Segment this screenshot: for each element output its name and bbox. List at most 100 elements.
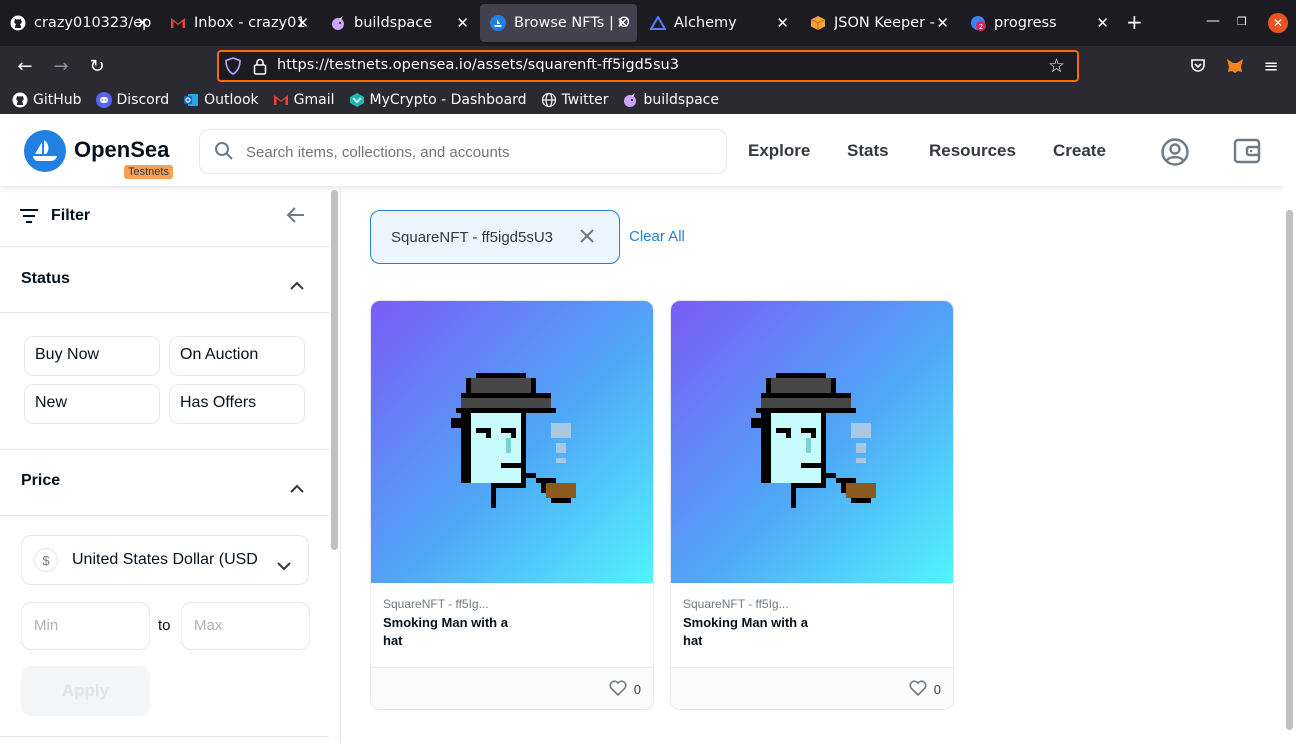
max-price-field[interactable]: Max xyxy=(181,602,310,650)
like-count: 0 xyxy=(933,682,941,697)
brand-name[interactable]: OpenSea xyxy=(74,137,169,163)
mycrypto-icon xyxy=(349,92,365,108)
close-icon[interactable] xyxy=(579,228,595,248)
bookmark-github[interactable]: GitHub xyxy=(12,92,82,108)
address-bar[interactable]: https://testnets.opensea.io/assets/squar… xyxy=(217,50,1079,82)
status-new[interactable]: New xyxy=(24,384,160,424)
apply-button[interactable]: Apply xyxy=(21,666,150,716)
nav-explore[interactable]: Explore xyxy=(748,141,810,161)
close-tab-icon[interactable]: ✕ xyxy=(456,14,469,32)
clear-all-link[interactable]: Clear All xyxy=(629,228,685,245)
lock-icon[interactable] xyxy=(253,57,267,79)
bookmark-twitter[interactable]: Twitter xyxy=(541,92,608,108)
site-header: OpenSea Testnets Explore Stats Resources… xyxy=(0,114,1284,186)
status-buy-now[interactable]: Buy Now xyxy=(24,336,160,376)
close-tab-icon[interactable]: ✕ xyxy=(936,14,949,32)
nft-image[interactable] xyxy=(371,301,653,583)
close-window-icon[interactable]: ✕ xyxy=(1268,13,1288,33)
to-label: to xyxy=(158,617,171,634)
filter-title: Filter xyxy=(51,207,91,224)
svg-text:2: 2 xyxy=(979,23,983,31)
status-section-header[interactable]: Status xyxy=(0,247,329,313)
like-button[interactable]: 0 xyxy=(909,680,941,699)
status-has-offers[interactable]: Has Offers xyxy=(169,384,305,424)
wallet-icon[interactable] xyxy=(1233,138,1261,168)
search-box[interactable] xyxy=(199,129,727,174)
back-icon[interactable]: ← xyxy=(13,54,37,78)
pocket-icon[interactable] xyxy=(1186,54,1210,78)
card-name[interactable]: Smoking Man with a hat xyxy=(683,614,823,650)
dollar-icon: $ xyxy=(34,548,58,572)
like-button[interactable]: 0 xyxy=(609,680,641,699)
bookmark-discord[interactable]: Discord xyxy=(95,92,169,108)
nav-create[interactable]: Create xyxy=(1053,141,1106,161)
chevron-up-icon[interactable] xyxy=(290,478,304,497)
card-footer: 0 xyxy=(371,667,653,709)
close-tab-icon[interactable]: ✕ xyxy=(296,14,309,32)
reload-icon[interactable]: ↻ xyxy=(85,54,109,78)
shield-icon[interactable] xyxy=(225,57,241,79)
nft-card[interactable]: SquareNFT - ff5Ig... Smoking Man with a … xyxy=(370,300,654,710)
status-title: Status xyxy=(21,270,70,287)
bookmark-gmail[interactable]: Gmail xyxy=(273,92,335,108)
nft-image[interactable] xyxy=(671,301,953,583)
currency-select[interactable]: $ United States Dollar (USD xyxy=(21,535,309,585)
nav-resources[interactable]: Resources xyxy=(929,141,1016,161)
card-name[interactable]: Smoking Man with a hat xyxy=(383,614,523,650)
browser-tab[interactable]: JSON Keeper - ✕ xyxy=(800,4,957,42)
chevron-up-icon[interactable] xyxy=(290,275,304,294)
bookmark-star-icon[interactable]: ☆ xyxy=(1048,55,1065,77)
bookmarks-bar: GitHub Discord Outlook Gmail MyCrypto - … xyxy=(0,86,1296,114)
browser-tab[interactable]: Inbox - crazy01 ✕ xyxy=(160,4,317,42)
currency-value: United States Dollar (USD xyxy=(72,551,258,568)
menu-icon[interactable]: ≡ xyxy=(1259,54,1283,78)
active-filter-pill[interactable]: SquareNFT - ff5igd5sU3 xyxy=(370,210,620,264)
active-filter-label: SquareNFT - ff5igd5sU3 xyxy=(391,228,554,246)
account-icon[interactable] xyxy=(1160,137,1190,171)
progress-icon: 2 xyxy=(970,15,986,31)
close-tab-icon[interactable]: ✕ xyxy=(776,14,789,32)
bookmark-label: Outlook xyxy=(204,92,259,108)
globe-icon xyxy=(541,92,557,108)
nft-card[interactable]: SquareNFT - ff5Ig... Smoking Man with a … xyxy=(670,300,954,710)
browser-nav-bar: ← → ↻ https://testnets.opensea.io/assets… xyxy=(0,46,1296,86)
card-collection[interactable]: SquareNFT - ff5Ig... xyxy=(383,597,489,611)
browser-tab[interactable]: 2 progress ✕ xyxy=(960,4,1117,42)
url-text[interactable]: https://testnets.opensea.io/assets/squar… xyxy=(277,57,679,73)
page-scrollbar[interactable] xyxy=(1284,114,1296,743)
unicorn-icon xyxy=(330,15,346,31)
gmail-icon xyxy=(170,15,186,31)
filter-header[interactable]: Filter xyxy=(0,186,329,247)
min-price-field[interactable]: Min xyxy=(21,602,150,650)
opensea-page: OpenSea Testnets Explore Stats Resources… xyxy=(0,114,1284,743)
browser-tab[interactable]: Alchemy ✕ xyxy=(640,4,797,42)
close-tab-icon[interactable]: ✕ xyxy=(616,14,629,32)
price-section-header[interactable]: Price xyxy=(0,450,329,516)
card-footer: 0 xyxy=(671,667,953,709)
bookmark-mycrypto[interactable]: MyCrypto - Dashboard xyxy=(349,92,527,108)
status-on-auction[interactable]: On Auction xyxy=(169,336,305,376)
new-tab-icon[interactable]: + xyxy=(1126,10,1143,34)
browser-tab-active[interactable]: Browse NFTs | O ✕ xyxy=(480,4,637,42)
price-title: Price xyxy=(21,472,61,489)
opensea-logo-icon[interactable] xyxy=(24,130,66,172)
nav-stats[interactable]: Stats xyxy=(847,141,889,161)
bookmark-label: GitHub xyxy=(33,92,82,108)
like-count: 0 xyxy=(633,682,641,697)
maximize-icon[interactable]: ❐ xyxy=(1237,15,1247,28)
scrollbar-thumb[interactable] xyxy=(1286,210,1293,730)
arrow-left-icon[interactable] xyxy=(286,206,306,228)
metamask-icon[interactable] xyxy=(1223,54,1247,78)
search-input[interactable] xyxy=(246,140,706,164)
bookmark-outlook[interactable]: Outlook xyxy=(183,92,259,108)
minimize-icon[interactable]: — xyxy=(1206,13,1220,29)
close-tab-icon[interactable]: ✕ xyxy=(1096,14,1109,32)
bookmark-buildspace[interactable]: buildspace xyxy=(622,92,719,108)
sidebar-scrollbar[interactable] xyxy=(331,190,338,550)
close-tab-icon[interactable]: ✕ xyxy=(136,14,149,32)
browser-tab[interactable]: crazy010323/ep ✕ xyxy=(0,4,157,42)
forward-icon[interactable]: → xyxy=(49,54,73,78)
browser-tab[interactable]: buildspace ✕ xyxy=(320,4,477,42)
alchemy-icon xyxy=(650,15,666,31)
card-collection[interactable]: SquareNFT - ff5Ig... xyxy=(683,597,789,611)
